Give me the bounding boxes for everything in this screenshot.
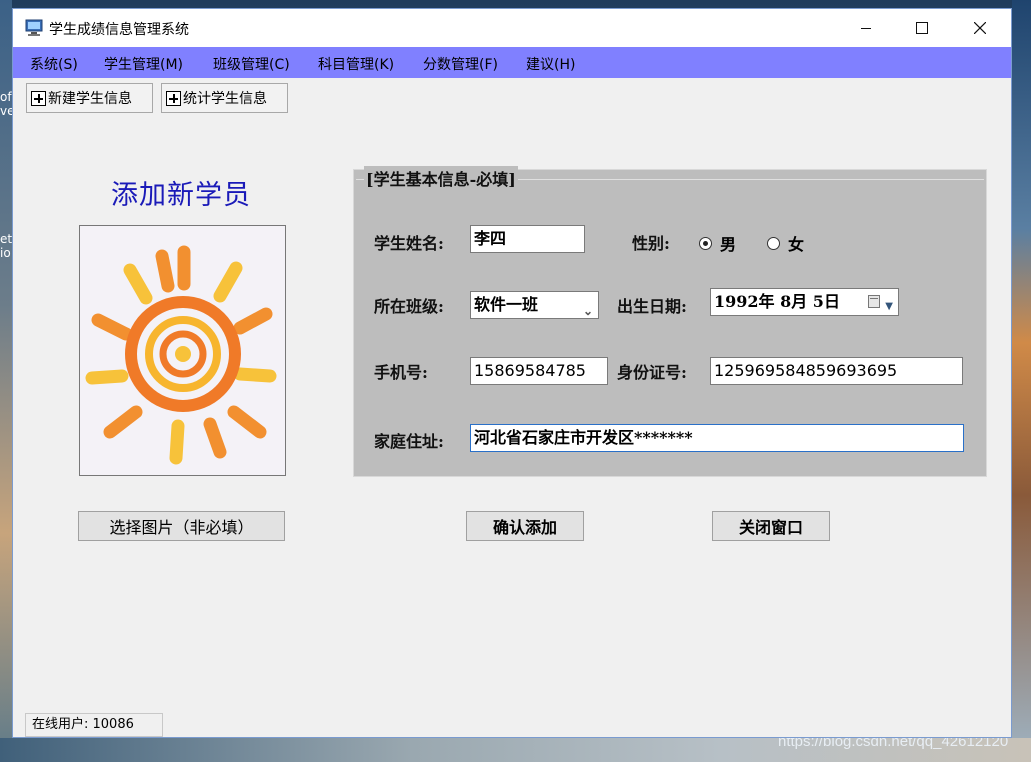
- gender-male-label: 男: [720, 235, 737, 254]
- sun-drawing: [80, 226, 285, 475]
- maximize-button[interactable]: [899, 9, 945, 47]
- gender-male-radio[interactable]: 男: [699, 231, 736, 255]
- dropdown-arrow-icon: ▼: [885, 301, 893, 312]
- id-number-field[interactable]: 125969584859693695: [710, 357, 963, 385]
- id-label: 身份证号:: [617, 363, 687, 382]
- phone-field[interactable]: 15869584785: [470, 357, 608, 385]
- desktop-background-right: [1012, 0, 1031, 762]
- menu-student-management[interactable]: 学生管理(M): [104, 54, 183, 74]
- name-field[interactable]: 李四: [470, 225, 585, 253]
- phone-label: 手机号:: [374, 363, 428, 382]
- desktop-icon-fragment: of ve: [0, 90, 12, 118]
- plus-icon: [31, 90, 46, 106]
- birth-label: 出生日期:: [617, 297, 687, 316]
- radio-unselected-icon: [767, 236, 780, 250]
- title-bar: 学生成绩信息管理系统: [13, 9, 1011, 47]
- class-select[interactable]: 软件一班 ⌄: [470, 291, 599, 319]
- student-info-panel: [学生基本信息-必填] 学生姓名: 李四 性别: 男 女 所在班级: 软件一班 …: [353, 166, 987, 477]
- close-window-button[interactable]: 关闭窗口: [712, 511, 830, 541]
- confirm-add-button[interactable]: 确认添加: [466, 511, 584, 541]
- name-label: 学生姓名:: [374, 234, 444, 253]
- stats-student-button[interactable]: 统计学生信息: [161, 83, 288, 113]
- class-label: 所在班级:: [374, 297, 444, 316]
- desktop-icon-fragment: et io: [0, 232, 12, 260]
- chevron-down-icon: ⌄: [582, 304, 593, 318]
- minimize-button[interactable]: [843, 9, 889, 47]
- menu-system[interactable]: 系统(S): [30, 54, 78, 74]
- stats-student-label: 统计学生信息: [183, 91, 267, 107]
- address-field[interactable]: 河北省石家庄市开发区*******: [470, 424, 964, 452]
- address-label: 家庭住址:: [374, 432, 444, 451]
- menu-suggestion[interactable]: 建议(H): [526, 54, 575, 74]
- minimize-icon: [861, 27, 871, 29]
- choose-image-button[interactable]: 选择图片（非必填）: [78, 511, 285, 541]
- close-button[interactable]: [957, 9, 1003, 47]
- gender-female-label: 女: [788, 235, 805, 254]
- page-title: 添加新学员: [111, 180, 251, 211]
- menu-bar: 系统(S) 学生管理(M) 班级管理(C) 科目管理(K) 分数管理(F) 建议…: [13, 47, 1011, 78]
- class-select-value: 软件一班: [474, 295, 539, 314]
- birth-date-picker[interactable]: 1992年 8月 5日 ▼: [710, 288, 899, 316]
- window-title: 学生成绩信息管理系统: [49, 22, 189, 38]
- new-student-button[interactable]: 新建学生信息: [26, 83, 153, 113]
- calendar-icon: [868, 295, 880, 308]
- new-student-label: 新建学生信息: [48, 91, 132, 107]
- app-window: 学生成绩信息管理系统 系统(S) 学生管理(M) 班级管理(C) 科目管理(K)…: [12, 8, 1012, 738]
- plus-icon: [166, 90, 181, 106]
- maximize-icon: [916, 22, 928, 34]
- radio-selected-icon: [699, 236, 712, 250]
- birth-date-value: 1992年 8月 5日: [714, 292, 840, 311]
- gender-label: 性别:: [632, 234, 670, 253]
- close-icon: [974, 22, 986, 34]
- student-photo: [79, 225, 286, 476]
- menu-score-management[interactable]: 分数管理(F): [423, 54, 498, 74]
- status-online-users: 在线用户: 10086: [25, 713, 163, 737]
- menu-subject-management[interactable]: 科目管理(K): [318, 54, 394, 74]
- panel-title: [学生基本信息-必填]: [364, 166, 518, 190]
- menu-class-management[interactable]: 班级管理(C): [213, 54, 290, 74]
- computer-icon: [25, 19, 43, 36]
- gender-female-radio[interactable]: 女: [767, 231, 804, 255]
